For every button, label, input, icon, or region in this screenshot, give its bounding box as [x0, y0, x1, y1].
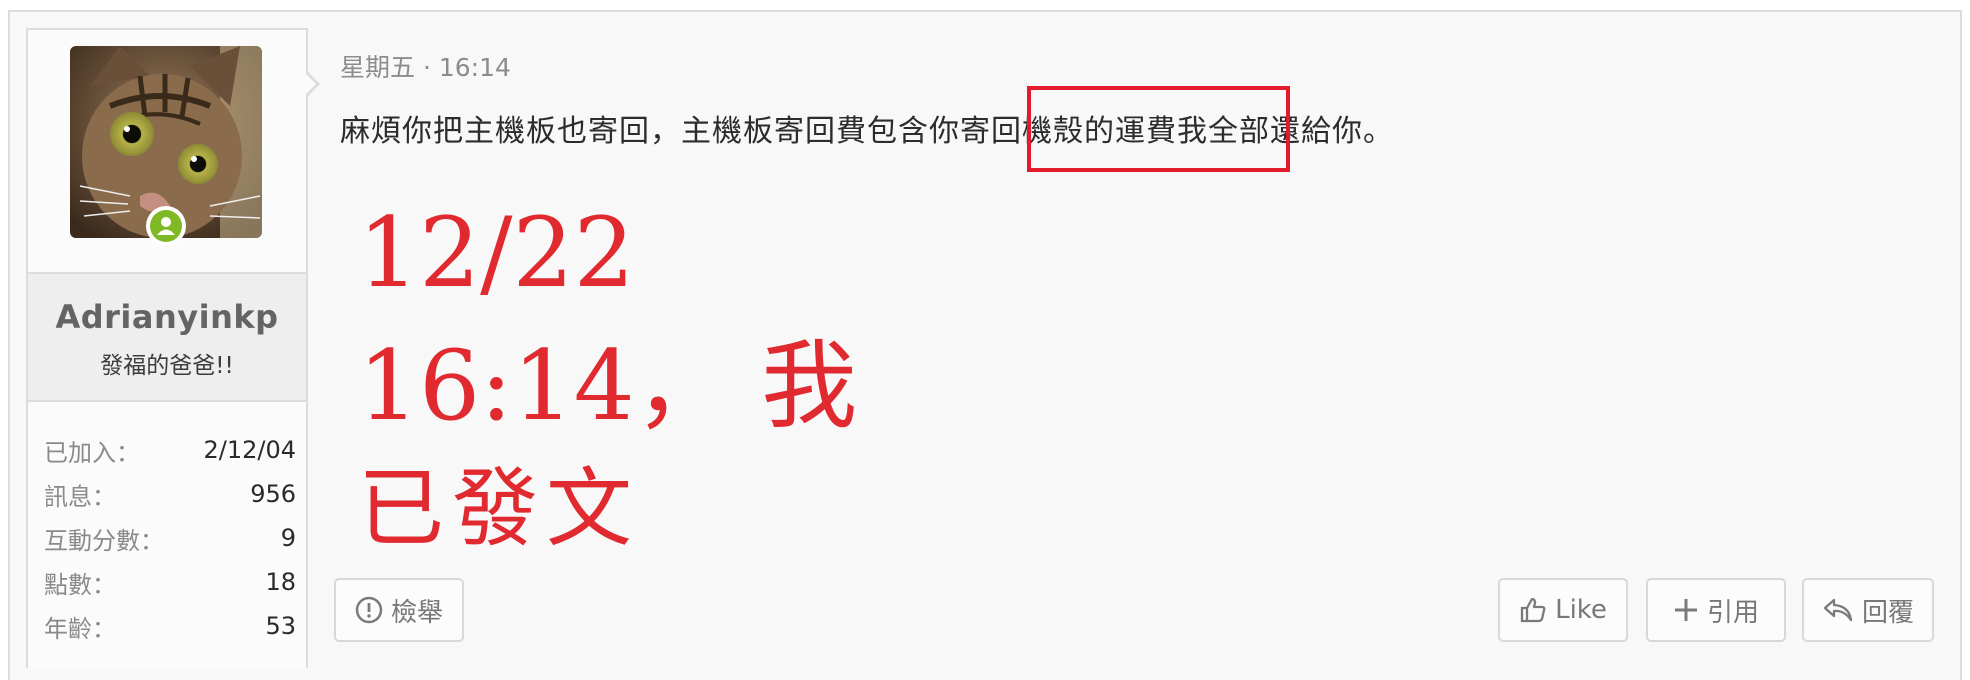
- stat-label: 年齡：: [44, 614, 116, 643]
- post-timestamp[interactable]: 星期五 · 16:14: [340, 48, 511, 84]
- user-online-icon: [146, 206, 186, 246]
- post-text-before: 麻煩你把主機板也寄回，主機板寄回費包含你: [340, 114, 960, 149]
- exclamation-circle-icon: [355, 596, 383, 624]
- user-stats: 已加入： 2/12/04 訊息： 956 互動分數： 9 點數： 18 年齡： …: [44, 428, 296, 648]
- annotation-date: 12/22: [358, 197, 635, 309]
- annotation-highlight-box: [1027, 86, 1290, 172]
- stat-value: 956: [250, 480, 296, 508]
- stat-value: 53: [265, 612, 296, 640]
- stat-value: 9: [280, 524, 296, 552]
- report-button[interactable]: 檢舉: [334, 578, 464, 642]
- stat-points: 點數： 18: [44, 560, 296, 604]
- stat-messages: 訊息： 956: [44, 472, 296, 516]
- reply-arrow-icon: [1822, 596, 1854, 624]
- user-title: 發福的爸爸!!: [100, 353, 234, 379]
- stat-age: 年齡： 53: [44, 604, 296, 648]
- stat-label: 點數：: [44, 570, 116, 599]
- username[interactable]: Adrianyinkp: [28, 298, 306, 336]
- quote-label: 引用: [1706, 597, 1759, 628]
- stat-label: 訊息：: [44, 482, 116, 511]
- plus-icon: [1673, 597, 1699, 623]
- reply-label: 回覆: [1861, 597, 1914, 628]
- stat-value: 2/12/04: [203, 436, 296, 464]
- stat-joined: 已加入： 2/12/04: [44, 428, 296, 472]
- stat-label: 已加入：: [44, 438, 140, 467]
- quote-button[interactable]: 引用: [1646, 578, 1786, 642]
- panel-pointer: [304, 70, 320, 98]
- annotation-time: 16:14， 我: [358, 330, 858, 442]
- reply-button[interactable]: 回覆: [1802, 578, 1934, 642]
- stat-value: 18: [265, 568, 296, 596]
- annotation-posted: 已發文: [358, 459, 640, 559]
- user-panel: Adrianyinkp 發福的爸爸!! 已加入： 2/12/04 訊息： 956…: [26, 28, 320, 668]
- stat-label: 互動分數：: [44, 526, 164, 555]
- like-button[interactable]: Like: [1498, 578, 1628, 642]
- user-header: Adrianyinkp 發福的爸爸!!: [28, 272, 306, 402]
- like-label: Like: [1555, 595, 1607, 625]
- report-label: 檢舉: [390, 597, 443, 628]
- thumbs-up-icon: [1519, 596, 1547, 624]
- stat-reactions: 互動分數： 9: [44, 516, 296, 560]
